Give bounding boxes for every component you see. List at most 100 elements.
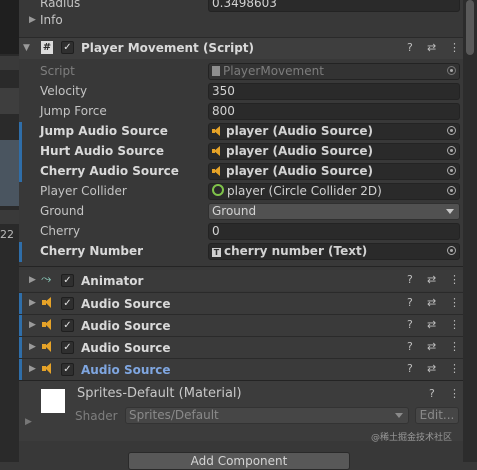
override-bar	[19, 242, 22, 262]
context-menu-icon[interactable]: ⋮	[449, 362, 460, 375]
ground-dropdown[interactable]: Ground	[208, 203, 460, 220]
help-icon[interactable]: ?	[407, 273, 413, 286]
presets-icon[interactable]: ⇄	[427, 318, 436, 331]
shader-dropdown[interactable]: Sprites/Default	[125, 407, 409, 424]
enable-checkbox[interactable]: ✓	[61, 297, 74, 310]
ground-row: Ground Ground	[19, 202, 463, 222]
context-menu-icon[interactable]: ⋮	[449, 296, 460, 309]
audio-source-header-1[interactable]: ▶ ✓ Audio Source ? ⇄ ⋮	[19, 292, 463, 314]
cherry-field[interactable]: 0	[208, 223, 460, 240]
info-foldout-icon[interactable]: ▶	[29, 15, 36, 25]
panel-tab	[0, 56, 19, 70]
enable-checkbox[interactable]: ✓	[61, 341, 74, 354]
expand-icon[interactable]: ▶	[29, 320, 36, 330]
radius-value: 0.3498603	[212, 0, 277, 10]
expand-icon[interactable]: ▶	[29, 275, 36, 285]
context-menu-icon[interactable]: ⋮	[449, 318, 460, 331]
help-icon[interactable]: ?	[429, 387, 435, 400]
help-icon[interactable]: ?	[407, 340, 413, 353]
context-menu-icon[interactable]: ⋮	[449, 387, 460, 400]
expand-icon[interactable]: ▶	[25, 417, 32, 427]
component-title: Audio Source	[81, 363, 171, 377]
scrollbar[interactable]	[463, 0, 477, 462]
help-icon[interactable]: ?	[407, 318, 413, 331]
jump-audio-field[interactable]: player (Audio Source)	[208, 123, 460, 140]
edit-shader-button[interactable]: Edit...	[415, 407, 459, 424]
audio-source-header-3[interactable]: ▶ ✓ Audio Source ? ⇄ ⋮	[19, 336, 463, 358]
cherry-audio-row: Cherry Audio Source player (Audio Source…	[19, 162, 463, 182]
jump-audio-row: Jump Audio Source player (Audio Source)	[19, 122, 463, 142]
expand-icon[interactable]: ▶	[29, 342, 36, 352]
expand-icon[interactable]: ▶	[29, 364, 36, 374]
header-icons: ? ⇄ ⋮	[407, 296, 460, 310]
object-picker-icon[interactable]	[447, 166, 456, 175]
panel-slot	[0, 88, 19, 114]
component-title: Audio Source	[81, 297, 171, 311]
override-bar	[19, 359, 22, 380]
radius-label: Radius	[40, 0, 81, 10]
object-picker-icon[interactable]	[447, 126, 456, 135]
jump-force-field[interactable]: 800	[208, 103, 460, 120]
component-title: Audio Source	[81, 341, 171, 355]
enable-checkbox[interactable]: ✓	[61, 274, 74, 287]
object-picker-icon[interactable]	[447, 146, 456, 155]
add-component-button[interactable]: Add Component	[128, 452, 350, 470]
header-icons: ? ⇄ ⋮	[407, 362, 460, 376]
cherry-row: Cherry 0	[19, 222, 463, 242]
player-movement-header[interactable]: ▼ # ✓ Player Movement (Script) ? ⇄ ⋮	[19, 37, 463, 59]
help-icon[interactable]: ?	[407, 296, 413, 309]
context-menu-icon[interactable]: ⋮	[449, 340, 460, 353]
scrollbar-thumb[interactable]	[466, 0, 474, 55]
velocity-field[interactable]: 350	[208, 83, 460, 100]
enable-checkbox[interactable]: ✓	[61, 319, 74, 332]
enable-checkbox[interactable]: ✓	[61, 41, 74, 54]
help-icon[interactable]: ?	[407, 362, 413, 375]
divider	[19, 266, 463, 267]
cherry-number-field[interactable]: Tcherry number (Text)	[208, 243, 460, 260]
collapse-icon[interactable]: ▼	[23, 43, 30, 53]
jump-audio-label: Jump Audio Source	[40, 124, 168, 138]
script-value: PlayerMovement	[223, 64, 324, 78]
component-title: Animator	[81, 274, 144, 288]
header-icons: ? ⇄ ⋮	[407, 41, 460, 55]
audio-source-header-4[interactable]: ▶ ✓ Audio Source ? ⇄ ⋮	[19, 358, 463, 380]
chevron-down-icon	[446, 209, 454, 214]
expand-icon[interactable]: ▶	[29, 298, 36, 308]
object-picker-icon[interactable]	[447, 186, 456, 195]
panel-dark-block	[0, 0, 19, 54]
velocity-value: 350	[212, 84, 235, 98]
header-icons: ? ⇄ ⋮	[407, 273, 460, 287]
script-file-icon	[212, 66, 220, 76]
player-collider-field[interactable]: player (Circle Collider 2D)	[208, 183, 460, 200]
enable-checkbox[interactable]: ✓	[61, 363, 74, 376]
script-field: PlayerMovement	[208, 63, 460, 80]
animator-header[interactable]: ▶ ⤳ ✓ Animator ? ⇄ ⋮	[19, 270, 463, 291]
presets-icon[interactable]: ⇄	[427, 296, 436, 309]
presets-icon[interactable]: ⇄	[427, 362, 436, 375]
jump-audio-value: player (Audio Source)	[226, 124, 374, 138]
panel-tab-2	[0, 210, 19, 224]
material-header-icons: ? ⋮	[429, 387, 460, 401]
jump-force-label: Jump Force	[40, 104, 107, 118]
presets-icon[interactable]: ⇄	[427, 340, 436, 353]
velocity-label: Velocity	[40, 84, 88, 98]
cherry-audio-label: Cherry Audio Source	[40, 164, 179, 178]
cherry-number-label: Cherry Number	[40, 244, 144, 258]
hurt-audio-field[interactable]: player (Audio Source)	[208, 143, 460, 160]
presets-icon[interactable]: ⇄	[427, 41, 436, 54]
cherry-value: 0	[212, 224, 220, 238]
override-bar	[19, 162, 22, 182]
audio-source-header-2[interactable]: ▶ ✓ Audio Source ? ⇄ ⋮	[19, 314, 463, 336]
info-row[interactable]: ▶ Info	[19, 11, 463, 31]
cherry-audio-value: player (Audio Source)	[226, 164, 374, 178]
context-menu-icon[interactable]: ⋮	[449, 41, 460, 54]
watermark: @稀土掘金技术社区	[371, 433, 453, 443]
object-picker-icon[interactable]	[447, 246, 456, 255]
context-menu-icon[interactable]: ⋮	[449, 273, 460, 286]
help-icon[interactable]: ?	[407, 41, 413, 54]
header-icons: ? ⇄ ⋮	[407, 340, 460, 354]
cherry-audio-field[interactable]: player (Audio Source)	[208, 163, 460, 180]
audio-source-icon	[212, 126, 223, 136]
material-section: Sprites-Default (Material) ? ⋮ ▶ Shader …	[19, 381, 463, 443]
presets-icon[interactable]: ⇄	[427, 273, 436, 286]
